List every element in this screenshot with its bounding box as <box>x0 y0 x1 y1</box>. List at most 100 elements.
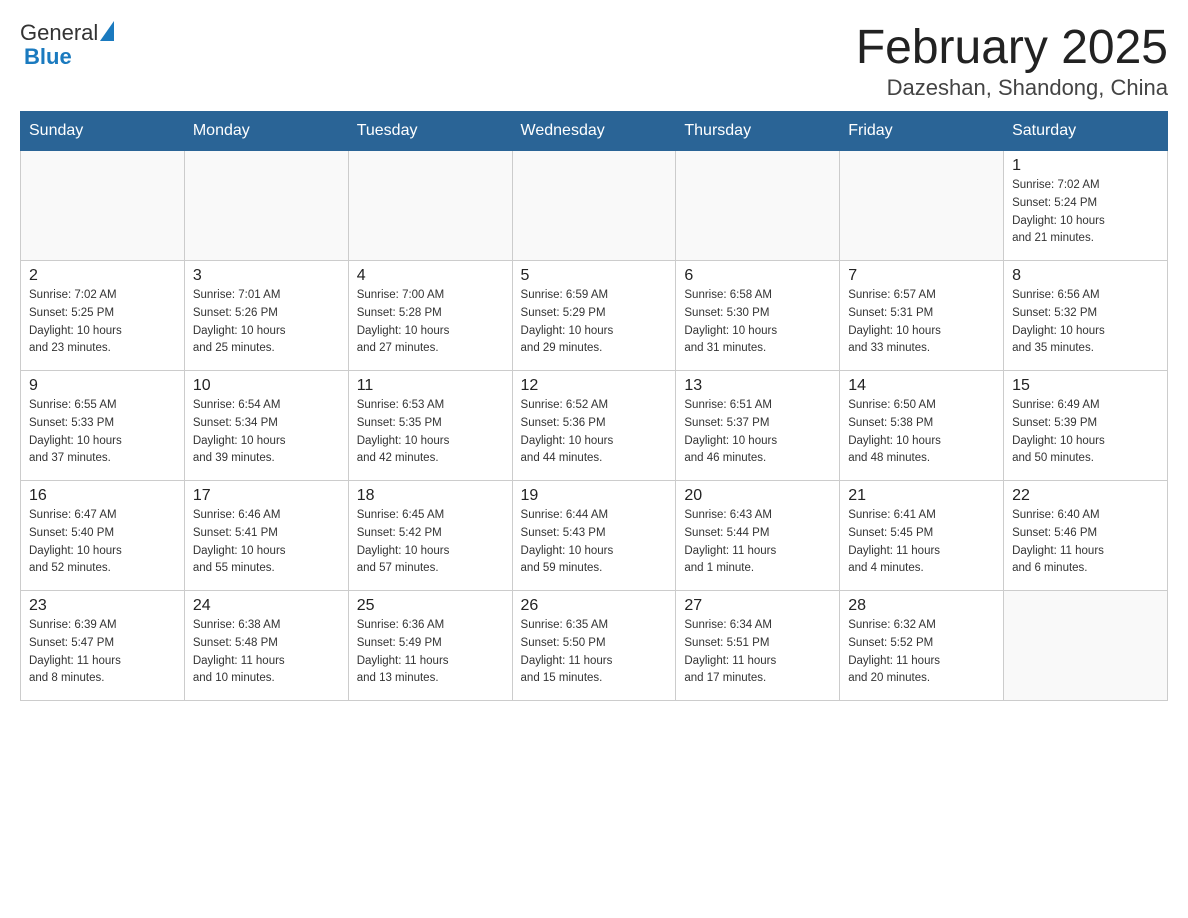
calendar-week-row: 9 Sunrise: 6:55 AMSunset: 5:33 PMDaylight… <box>21 371 1168 481</box>
calendar-week-row: 16 Sunrise: 6:47 AMSunset: 5:40 PMDayligh… <box>21 481 1168 591</box>
day-info: Sunrise: 7:02 AMSunset: 5:24 PMDaylight:… <box>1012 177 1159 248</box>
day-info: Sunrise: 6:57 AMSunset: 5:31 PMDaylight:… <box>848 287 995 358</box>
table-row: 16 Sunrise: 6:47 AMSunset: 5:40 PMDayligh… <box>21 481 185 591</box>
table-row: 24 Sunrise: 6:38 AMSunset: 5:48 PMDayligh… <box>184 591 348 701</box>
table-row: 26 Sunrise: 6:35 AMSunset: 5:50 PMDayligh… <box>512 591 676 701</box>
day-number: 21 <box>848 487 995 505</box>
header-saturday: Saturday <box>1004 112 1168 151</box>
table-row: 15 Sunrise: 6:49 AMSunset: 5:39 PMDayligh… <box>1004 371 1168 481</box>
calendar-week-row: 23 Sunrise: 6:39 AMSunset: 5:47 PMDayligh… <box>21 591 1168 701</box>
table-row: 25Sunrise: 6:36 AMSunset: 5:49 PMDayligh… <box>348 591 512 701</box>
day-number: 23 <box>29 597 176 615</box>
day-number: 20 <box>684 487 831 505</box>
day-info: Sunrise: 6:52 AMSunset: 5:36 PMDaylight:… <box>521 397 668 468</box>
table-row: 20 Sunrise: 6:43 AMSunset: 5:44 PMDayligh… <box>676 481 840 591</box>
day-number: 9 <box>29 377 176 395</box>
table-row <box>840 151 1004 261</box>
day-info: Sunrise: 6:50 AMSunset: 5:38 PMDaylight:… <box>848 397 995 468</box>
day-info: Sunrise: 6:32 AMSunset: 5:52 PMDaylight:… <box>848 617 995 688</box>
table-row: 5 Sunrise: 6:59 AMSunset: 5:29 PMDaylight… <box>512 261 676 371</box>
calendar-week-row: 2 Sunrise: 7:02 AMSunset: 5:25 PMDaylight… <box>21 261 1168 371</box>
calendar-title: February 2025 <box>856 20 1168 75</box>
logo-general-text: General <box>20 20 98 46</box>
table-row: 4Sunrise: 7:00 AMSunset: 5:28 PMDaylight… <box>348 261 512 371</box>
header-tuesday: Tuesday <box>348 112 512 151</box>
day-info: Sunrise: 6:44 AMSunset: 5:43 PMDaylight:… <box>521 507 668 578</box>
day-number: 26 <box>521 597 668 615</box>
day-info: Sunrise: 7:01 AMSunset: 5:26 PMDaylight:… <box>193 287 340 358</box>
day-number: 11 <box>357 377 504 395</box>
table-row: 14 Sunrise: 6:50 AMSunset: 5:38 PMDayligh… <box>840 371 1004 481</box>
day-info: Sunrise: 6:55 AMSunset: 5:33 PMDaylight:… <box>29 397 176 468</box>
calendar-week-row: 1 Sunrise: 7:02 AMSunset: 5:24 PMDaylight… <box>21 151 1168 261</box>
table-row: 3Sunrise: 7:01 AMSunset: 5:26 PMDaylight… <box>184 261 348 371</box>
day-number: 10 <box>193 377 340 395</box>
table-row <box>676 151 840 261</box>
day-number: 25 <box>357 597 504 615</box>
title-block: February 2025 Dazeshan, Shandong, China <box>856 20 1168 101</box>
day-number: 19 <box>521 487 668 505</box>
table-row: 27 Sunrise: 6:34 AMSunset: 5:51 PMDayligh… <box>676 591 840 701</box>
logo: General Blue <box>20 20 114 70</box>
day-number: 13 <box>684 377 831 395</box>
day-number: 2 <box>29 267 176 285</box>
table-row: 17 Sunrise: 6:46 AMSunset: 5:41 PMDayligh… <box>184 481 348 591</box>
day-info: Sunrise: 6:45 AMSunset: 5:42 PMDaylight:… <box>357 507 504 578</box>
day-info: Sunrise: 6:34 AMSunset: 5:51 PMDaylight:… <box>684 617 831 688</box>
table-row: 6 Sunrise: 6:58 AMSunset: 5:30 PMDaylight… <box>676 261 840 371</box>
header-sunday: Sunday <box>21 112 185 151</box>
day-number: 12 <box>521 377 668 395</box>
day-info: Sunrise: 6:43 AMSunset: 5:44 PMDaylight:… <box>684 507 831 578</box>
day-info: Sunrise: 6:40 AMSunset: 5:46 PMDaylight:… <box>1012 507 1159 578</box>
day-number: 16 <box>29 487 176 505</box>
day-info: Sunrise: 6:56 AMSunset: 5:32 PMDaylight:… <box>1012 287 1159 358</box>
day-number: 28 <box>848 597 995 615</box>
day-number: 8 <box>1012 267 1159 285</box>
day-info: Sunrise: 6:47 AMSunset: 5:40 PMDaylight:… <box>29 507 176 578</box>
table-row: 9 Sunrise: 6:55 AMSunset: 5:33 PMDaylight… <box>21 371 185 481</box>
day-number: 17 <box>193 487 340 505</box>
table-row: 22 Sunrise: 6:40 AMSunset: 5:46 PMDayligh… <box>1004 481 1168 591</box>
table-row: 18Sunrise: 6:45 AMSunset: 5:42 PMDayligh… <box>348 481 512 591</box>
table-row: 2 Sunrise: 7:02 AMSunset: 5:25 PMDaylight… <box>21 261 185 371</box>
table-row: 19 Sunrise: 6:44 AMSunset: 5:43 PMDayligh… <box>512 481 676 591</box>
day-number: 7 <box>848 267 995 285</box>
day-info: Sunrise: 6:49 AMSunset: 5:39 PMDaylight:… <box>1012 397 1159 468</box>
day-info: Sunrise: 7:00 AMSunset: 5:28 PMDaylight:… <box>357 287 504 358</box>
day-number: 15 <box>1012 377 1159 395</box>
calendar-header-row: Sunday Monday Tuesday Wednesday Thursday… <box>21 112 1168 151</box>
day-info: Sunrise: 7:02 AMSunset: 5:25 PMDaylight:… <box>29 287 176 358</box>
table-row: 12 Sunrise: 6:52 AMSunset: 5:36 PMDayligh… <box>512 371 676 481</box>
table-row: 13 Sunrise: 6:51 AMSunset: 5:37 PMDayligh… <box>676 371 840 481</box>
day-info: Sunrise: 6:51 AMSunset: 5:37 PMDaylight:… <box>684 397 831 468</box>
table-row <box>1004 591 1168 701</box>
day-info: Sunrise: 6:59 AMSunset: 5:29 PMDaylight:… <box>521 287 668 358</box>
day-info: Sunrise: 6:53 AMSunset: 5:35 PMDaylight:… <box>357 397 504 468</box>
day-number: 27 <box>684 597 831 615</box>
day-number: 6 <box>684 267 831 285</box>
day-number: 22 <box>1012 487 1159 505</box>
day-number: 24 <box>193 597 340 615</box>
calendar-subtitle: Dazeshan, Shandong, China <box>856 75 1168 101</box>
table-row <box>512 151 676 261</box>
day-number: 14 <box>848 377 995 395</box>
calendar-table: Sunday Monday Tuesday Wednesday Thursday… <box>20 111 1168 701</box>
table-row: 28 Sunrise: 6:32 AMSunset: 5:52 PMDayligh… <box>840 591 1004 701</box>
table-row <box>21 151 185 261</box>
header-thursday: Thursday <box>676 112 840 151</box>
day-info: Sunrise: 6:58 AMSunset: 5:30 PMDaylight:… <box>684 287 831 358</box>
table-row <box>184 151 348 261</box>
day-number: 5 <box>521 267 668 285</box>
table-row: 11 Sunrise: 6:53 AMSunset: 5:35 PMDayligh… <box>348 371 512 481</box>
day-info: Sunrise: 6:39 AMSunset: 5:47 PMDaylight:… <box>29 617 176 688</box>
header-friday: Friday <box>840 112 1004 151</box>
table-row <box>348 151 512 261</box>
table-row: 8 Sunrise: 6:56 AMSunset: 5:32 PMDaylight… <box>1004 261 1168 371</box>
day-number: 1 <box>1012 157 1159 175</box>
day-info: Sunrise: 6:46 AMSunset: 5:41 PMDaylight:… <box>193 507 340 578</box>
day-info: Sunrise: 6:38 AMSunset: 5:48 PMDaylight:… <box>193 617 340 688</box>
table-row: 21Sunrise: 6:41 AMSunset: 5:45 PMDayligh… <box>840 481 1004 591</box>
header-monday: Monday <box>184 112 348 151</box>
table-row: 1 Sunrise: 7:02 AMSunset: 5:24 PMDaylight… <box>1004 151 1168 261</box>
day-info: Sunrise: 6:35 AMSunset: 5:50 PMDaylight:… <box>521 617 668 688</box>
